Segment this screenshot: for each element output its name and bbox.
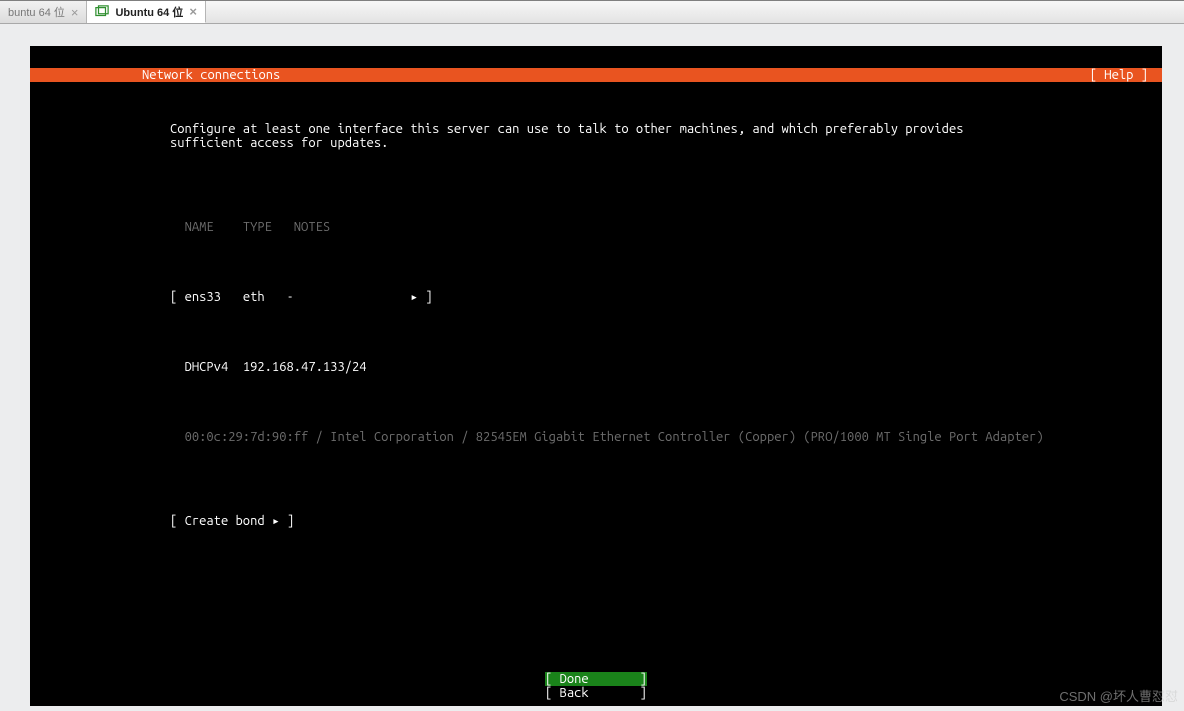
page-title: Network connections (142, 68, 280, 82)
iface-name: ens33 (185, 290, 221, 304)
close-icon[interactable]: × (189, 5, 197, 18)
installer-console: Network connections [ Help ] Configure a… (30, 46, 1162, 706)
vm-tab-0-label: buntu 64 位 (8, 4, 65, 20)
create-bond-label: Create bond (185, 514, 265, 528)
vm-tab-1-label: Ubuntu 64 位 (115, 4, 183, 20)
chevron-right-icon: ▸ (272, 514, 280, 528)
col-name: NAME (185, 220, 214, 234)
iface-ip: 192.168.47.133/24 (243, 360, 367, 374)
installer-nav: [ Done ] [ Back ] (30, 672, 1162, 700)
close-icon[interactable]: × (71, 6, 79, 19)
create-bond-button[interactable]: [ Create bond ▸ ] (170, 514, 1122, 528)
help-button[interactable]: [ Help ] (1090, 68, 1148, 82)
vm-tabstrip: buntu 64 位 × Ubuntu 64 位 × (0, 0, 1184, 24)
description-text: Configure at least one interface this se… (170, 122, 1030, 150)
interface-row[interactable]: [ ens33 eth - ▸ ] (170, 290, 1122, 304)
vm-tab-0[interactable]: buntu 64 位 × (0, 1, 87, 23)
vm-tab-1[interactable]: Ubuntu 64 位 × (87, 1, 205, 23)
iface-dhcp-label: DHCPv4 (185, 360, 229, 374)
installer-body: Configure at least one interface this se… (170, 94, 1122, 556)
col-type: TYPE (243, 220, 272, 234)
vm-area: Network connections [ Help ] Configure a… (0, 24, 1184, 711)
interface-hw-info: 00:0c:29:7d:90:ff / Intel Corporation / … (170, 430, 1122, 444)
done-button[interactable]: [ Done ] (545, 672, 647, 686)
iface-type: eth (243, 290, 265, 304)
installer-header: Network connections [ Help ] (30, 68, 1162, 82)
iface-notes: - (287, 290, 294, 304)
vmware-icon (95, 5, 109, 19)
back-button[interactable]: [ Back ] (545, 686, 647, 700)
chevron-right-icon: ▸ (410, 290, 418, 304)
interface-dhcp-line: DHCPv4 192.168.47.133/24 (170, 360, 1122, 374)
col-notes: NOTES (294, 220, 330, 234)
interface-table-header: NAME TYPE NOTES (170, 220, 1122, 234)
